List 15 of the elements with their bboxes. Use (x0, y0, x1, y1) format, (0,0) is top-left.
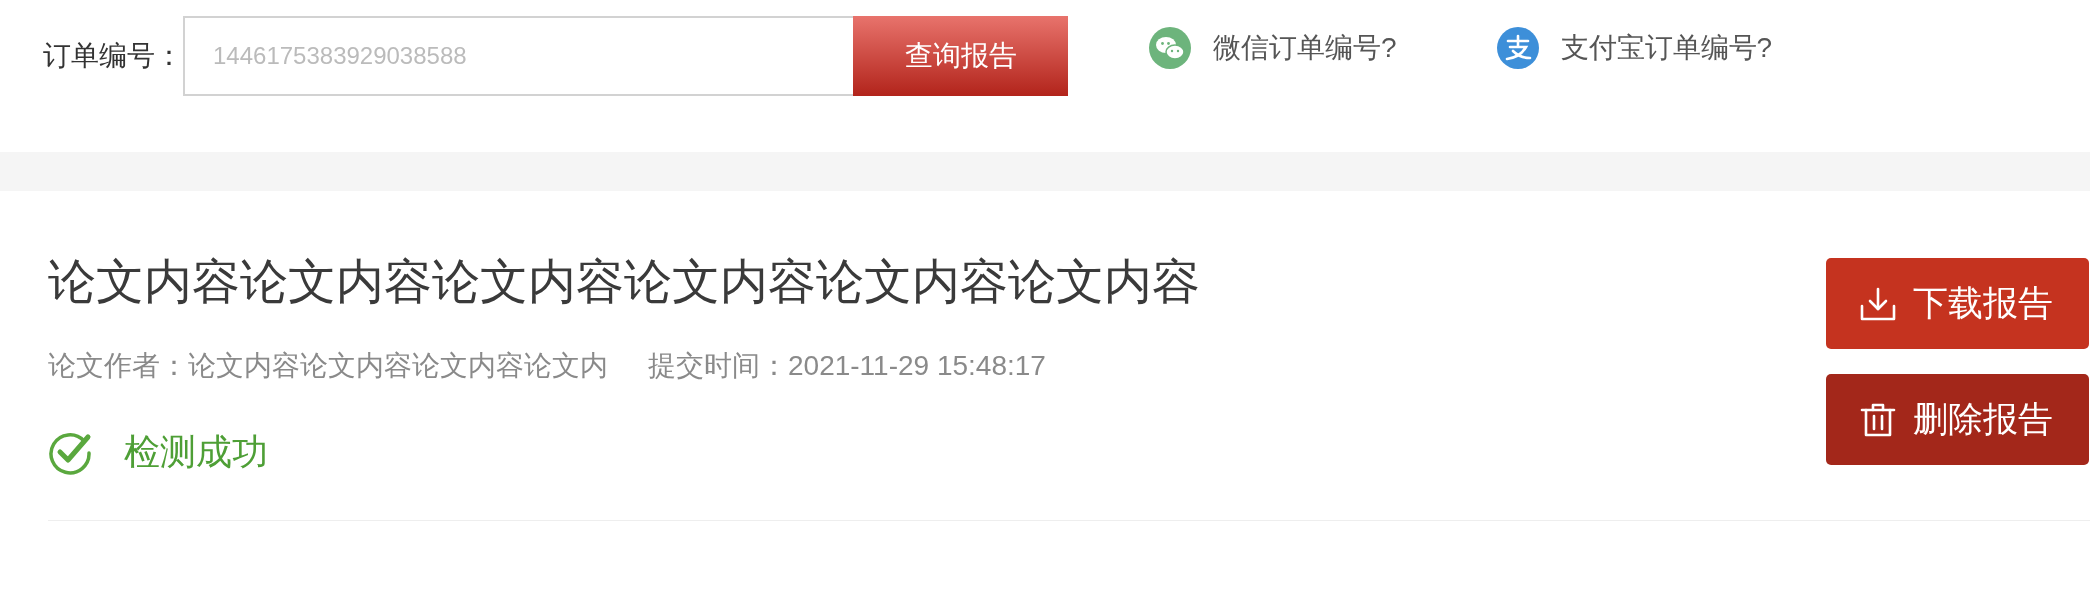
order-number-label: 订单编号： (43, 39, 183, 73)
order-number-help-link[interactable]: 微信订单编号? (1149, 27, 1397, 69)
submit-time-text: 提交时间：2021-11-29 15:48:17 (648, 349, 1046, 383)
delete-report-button[interactable]: 删除报告 (1826, 374, 2089, 465)
report-title: 论文内容论文内容论文内容论文内容论文内容论文内容 (48, 254, 1200, 310)
download-report-button[interactable]: 下载报告 (1826, 258, 2089, 349)
order-number-field[interactable]: 1446175383929038588 (183, 16, 853, 96)
status-text: 检测成功 (124, 430, 268, 474)
author-text: 论文作者：论文内容论文内容论文内容论文内 (48, 349, 608, 383)
chat-bubbles-icon (1149, 27, 1191, 69)
order-number-help-link[interactable]: 支付宝订单编号? (1496, 27, 1773, 69)
query-report-button[interactable]: 查询报告 (853, 16, 1068, 96)
trash-icon (1860, 402, 1896, 437)
download-icon (1860, 286, 1896, 321)
logo-mark-icon (1496, 27, 1539, 69)
